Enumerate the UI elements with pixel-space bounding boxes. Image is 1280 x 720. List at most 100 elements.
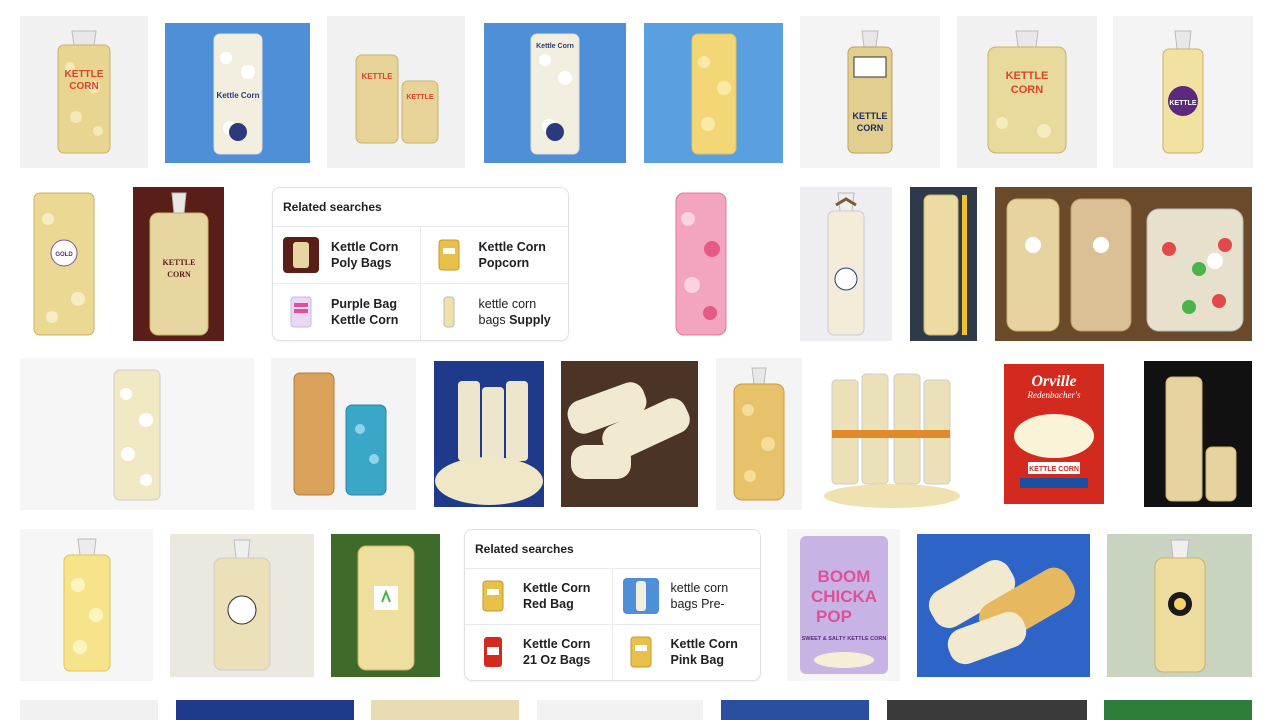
related-search-kettle-corn-popcorn[interactable]: Kettle Corn Popcorn xyxy=(420,227,568,284)
blue-clear-bag-icon xyxy=(622,578,659,615)
popcorn-bag-image xyxy=(357,545,414,670)
yellow-bag-icon xyxy=(475,578,511,615)
image-result-17[interactable] xyxy=(434,361,544,507)
popcorn-bag-image: KETTLE CORN xyxy=(149,192,208,336)
orville-box-image: Orville Redenbacher's KETTLE CORN xyxy=(1003,364,1104,504)
related-search-line2: 21 Oz Bags xyxy=(523,653,591,668)
popcorn-bags-image xyxy=(824,373,960,508)
related-search-purple-bag-kettle-corn[interactable]: Purple Bag Kettle Corn xyxy=(273,283,421,340)
image-result-10[interactable]: KETTLE CORN xyxy=(133,187,224,341)
popcorn-bag-image: Kettle Corn xyxy=(530,33,580,155)
popcorn-bag-image: KETTLE CORN xyxy=(57,30,111,154)
svg-text:KETTLE: KETTLE xyxy=(65,69,104,80)
image-result-21[interactable]: Orville Redenbacher's KETTLE CORN xyxy=(981,358,1126,510)
related-search-line2: Kettle Corn xyxy=(331,312,399,327)
popcorn-bags-image: KETTLE KETTLE xyxy=(355,54,439,144)
popcorn-bags-image xyxy=(567,382,690,479)
related-search-line1: kettle corn xyxy=(670,581,729,596)
image-result-29[interactable] xyxy=(20,700,158,720)
image-result-5[interactable] xyxy=(644,23,783,163)
image-result-32[interactable] xyxy=(537,700,703,720)
popcorn-bag-image: KETTLE CORN xyxy=(987,30,1067,154)
popcorn-bags-image xyxy=(293,372,386,496)
related-search-line1: Kettle Corn xyxy=(478,239,546,254)
image-result-1[interactable]: KETTLE CORN xyxy=(20,16,148,168)
popcorn-bag-image xyxy=(827,192,865,336)
image-result-33[interactable] xyxy=(721,700,869,720)
related-search-kettle-corn-pink-bag[interactable]: Kettle Corn Pink Bag xyxy=(613,625,761,681)
related-search-line2: Pink Bag xyxy=(670,653,725,668)
image-result-11[interactable] xyxy=(618,187,783,341)
popcorn-bag-image xyxy=(691,33,736,155)
image-result-7[interactable]: KETTLE CORN xyxy=(957,16,1097,168)
svg-text:KETTLE: KETTLE xyxy=(1169,100,1197,107)
svg-text:KETTLE: KETTLE xyxy=(853,111,888,121)
image-result-26[interactable]: BOOM CHICKA POP SWEET & SALTY KETTLE COR… xyxy=(787,529,900,681)
image-result-9[interactable]: GOLD xyxy=(20,187,108,341)
related-search-kettle-corn-poly-bags[interactable]: Kettle Corn Poly Bags xyxy=(273,227,421,284)
chicka-bag-icon xyxy=(283,293,319,330)
popcorn-bag-image xyxy=(733,367,785,501)
popcorn-bag-image: GOLD xyxy=(33,192,95,336)
image-result-24[interactable] xyxy=(170,534,314,677)
popcorn-bag-image xyxy=(63,538,110,672)
svg-text:Kettle Corn: Kettle Corn xyxy=(536,43,574,50)
boom-chicka-pop-bag-image: BOOM CHICKA POP SWEET & SALTY KETTLE COR… xyxy=(799,536,888,674)
image-result-15[interactable] xyxy=(20,358,254,510)
image-result-8[interactable]: KETTLE xyxy=(1113,16,1253,168)
related-search-line1: Kettle Corn xyxy=(331,239,399,254)
related-search-line2: Poly Bags xyxy=(331,255,392,270)
image-result-13[interactable] xyxy=(910,187,977,341)
related-search-kettle-corn-red-bag[interactable]: Kettle Corn Red Bag xyxy=(465,569,613,625)
image-result-25[interactable] xyxy=(331,534,440,677)
popcorn-bag-image: KETTLE xyxy=(1162,30,1204,154)
popcorn-bags-image xyxy=(435,381,543,505)
popcorn-bag-image xyxy=(675,192,726,336)
brown-bag-icon xyxy=(283,236,319,273)
popcorn-bags-image xyxy=(928,560,1075,665)
yellow-bag-icon xyxy=(622,634,659,671)
related-search-line1: Purple Bag xyxy=(331,296,397,311)
image-result-34[interactable] xyxy=(887,700,1087,720)
popcorn-bag-image xyxy=(213,539,271,670)
image-result-28[interactable] xyxy=(1107,534,1252,677)
red-bag-icon xyxy=(475,634,511,671)
image-result-14[interactable] xyxy=(995,187,1252,341)
image-result-3[interactable]: KETTLE KETTLE xyxy=(327,16,465,168)
image-result-19[interactable] xyxy=(716,358,802,510)
svg-text:CORN: CORN xyxy=(857,123,884,133)
yellow-bag-icon xyxy=(430,236,467,273)
popcorn-bag-image: Kettle Corn xyxy=(213,33,262,155)
image-result-30[interactable] xyxy=(176,700,354,720)
svg-text:CORN: CORN xyxy=(167,270,191,279)
related-search-kettle-corn-bags-supply[interactable]: kettle corn bags Supply xyxy=(421,284,569,341)
svg-text:KETTLE: KETTLE xyxy=(361,72,393,81)
related-search-kettle-corn-21-oz-bags[interactable]: Kettle Corn 21 Oz Bags xyxy=(465,624,613,680)
related-search-kettle-corn-bags-pre[interactable]: kettle corn bags Pre- xyxy=(612,569,760,625)
image-result-2[interactable]: Kettle Corn xyxy=(165,23,310,163)
chicka-text: CHICKA xyxy=(810,587,876,606)
popcorn-bag-image xyxy=(113,369,161,501)
image-result-35[interactable] xyxy=(1104,700,1252,720)
image-result-18[interactable] xyxy=(561,361,698,507)
image-result-16[interactable] xyxy=(271,358,416,510)
image-result-4[interactable]: Kettle Corn xyxy=(484,23,626,163)
related-search-line1: Kettle Corn xyxy=(670,637,738,652)
related-search-line2: Red Bag xyxy=(523,597,574,612)
related-searches-title: Related searches xyxy=(283,200,382,214)
related-search-line1: Kettle Corn xyxy=(523,637,591,652)
clear-bag-icon xyxy=(430,293,467,330)
pop-text: POP xyxy=(816,607,852,626)
svg-text:CORN: CORN xyxy=(1011,84,1043,96)
image-result-12[interactable] xyxy=(800,187,892,341)
image-result-22[interactable] xyxy=(1144,361,1252,507)
image-result-27[interactable] xyxy=(917,534,1090,677)
orville-brand-text: Orville xyxy=(1031,373,1076,390)
image-result-31[interactable] xyxy=(371,700,519,720)
related-searches-panel-1: Related searches Kettle Corn Poly Bags Ke… xyxy=(272,187,569,341)
image-result-23[interactable] xyxy=(20,529,153,681)
image-result-20[interactable] xyxy=(820,358,964,510)
orville-flavor-text: KETTLE CORN xyxy=(1029,466,1079,473)
image-result-6[interactable]: KETTLE CORN xyxy=(800,16,940,168)
popcorn-bags-image xyxy=(1006,198,1243,332)
